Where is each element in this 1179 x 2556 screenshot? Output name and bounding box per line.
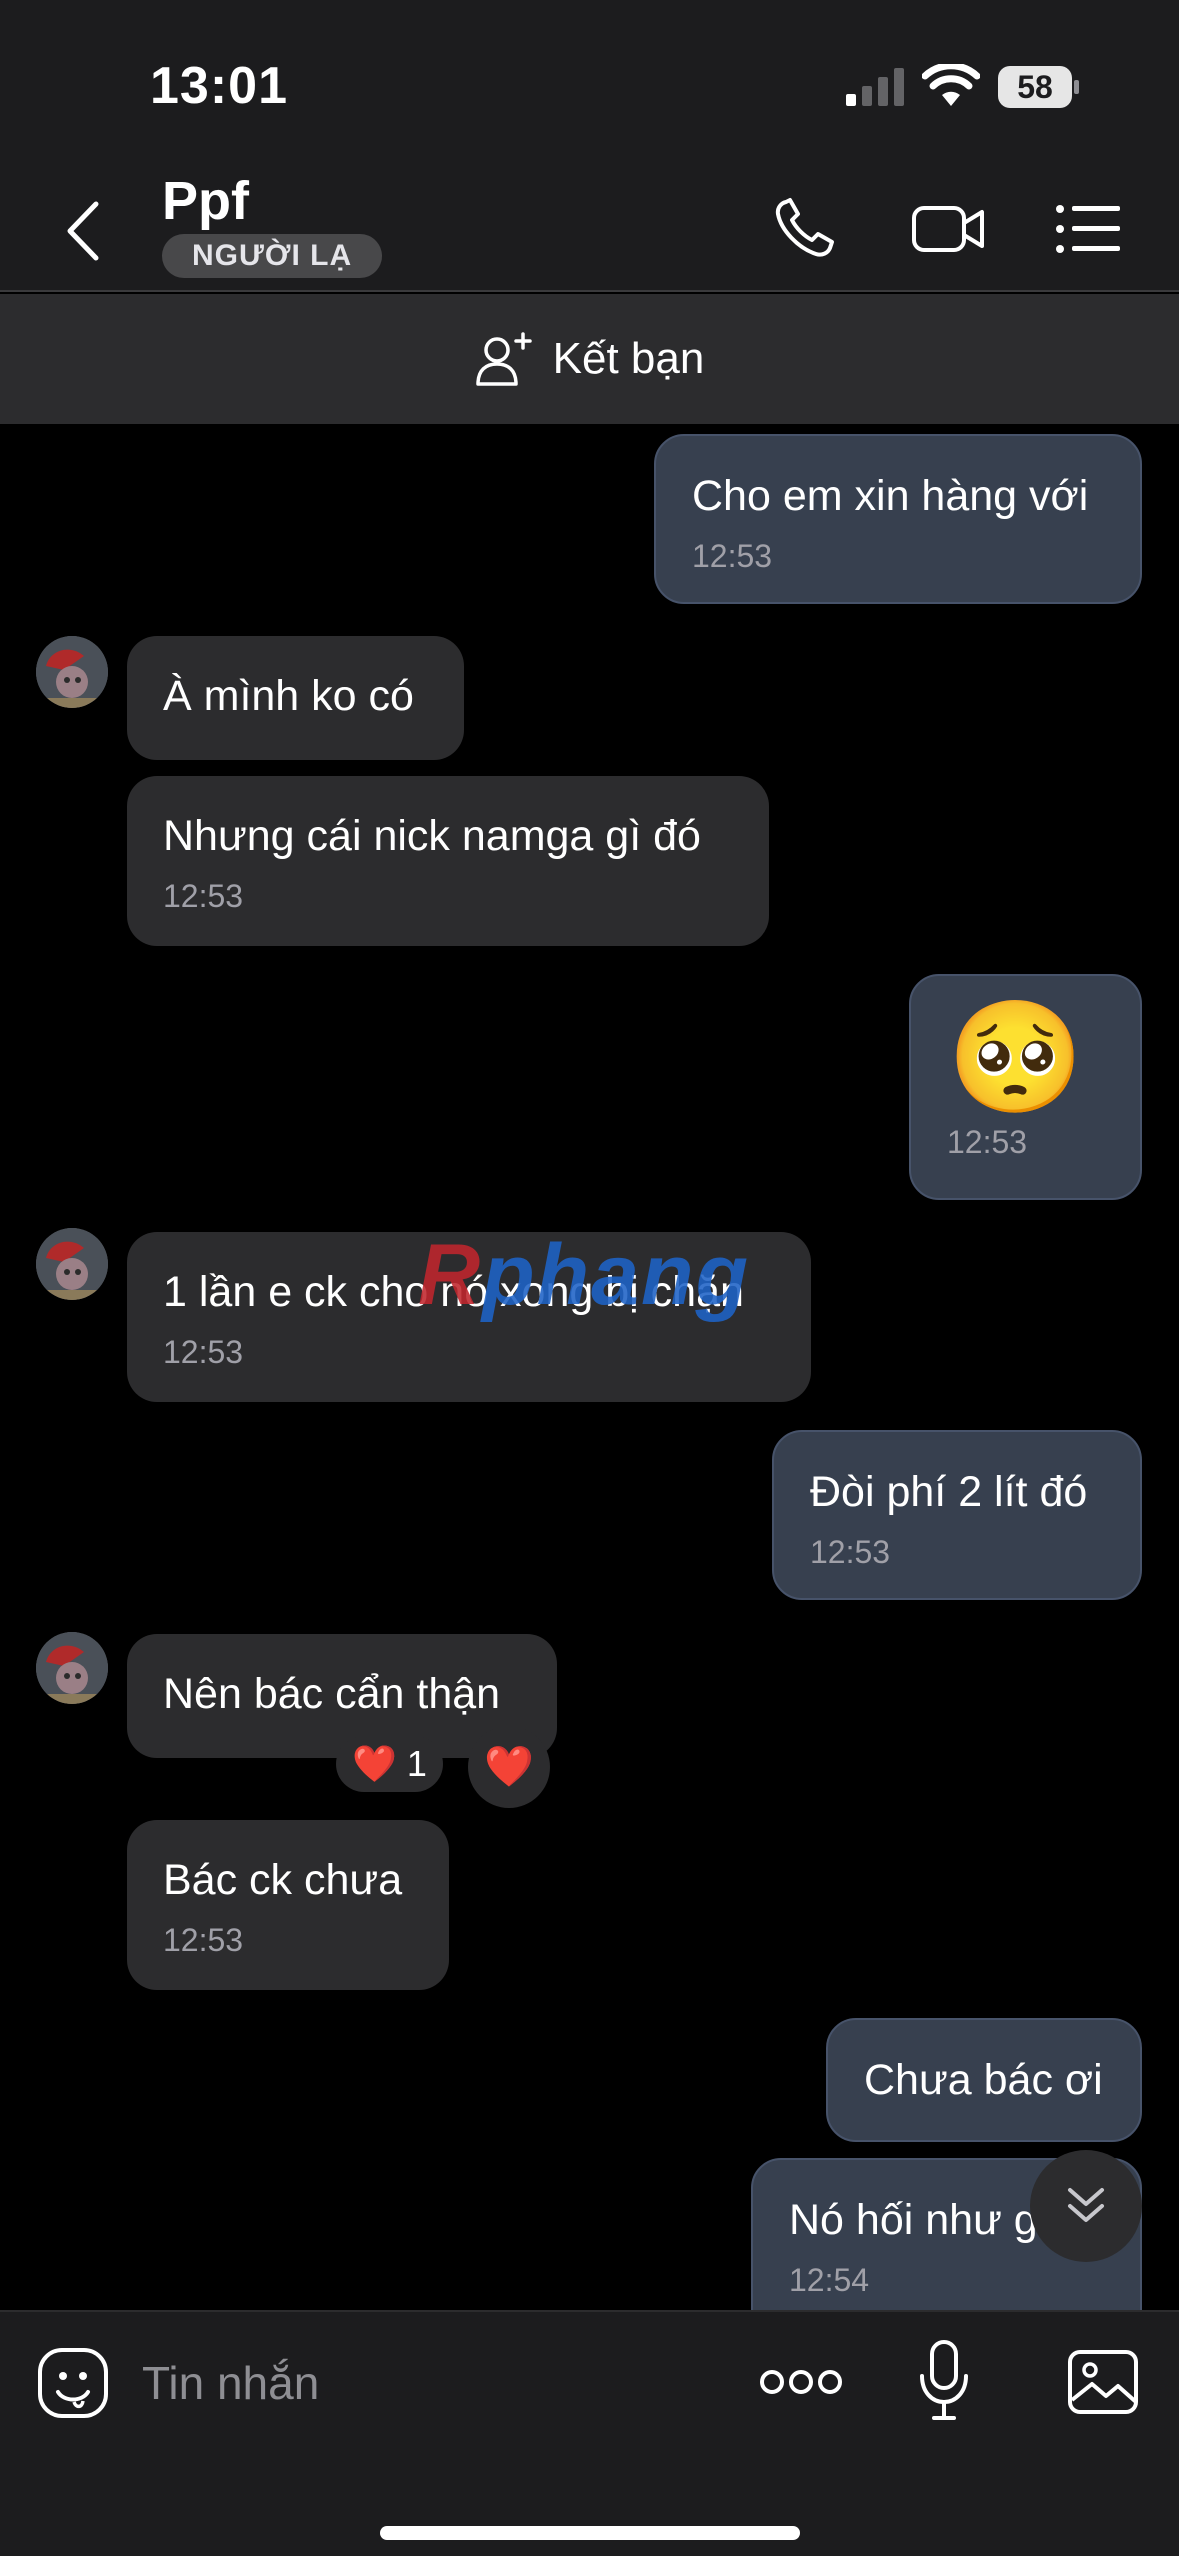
contact-avatar[interactable] xyxy=(36,636,108,708)
message-bubble[interactable]: Chưa bác ơi xyxy=(826,2018,1142,2142)
wifi-icon xyxy=(922,64,980,106)
message-time: 12:54 xyxy=(789,2262,870,2298)
phone-icon[interactable] xyxy=(772,196,848,262)
home-indicator xyxy=(380,2526,800,2540)
battery-indicator: 58 xyxy=(998,66,1080,108)
status-bar: 13:01 58 xyxy=(0,0,1179,160)
message-text: À mình ko có xyxy=(163,672,414,720)
message-emoji: 🥺 xyxy=(947,996,1084,1119)
message-bubble[interactable]: 🥺 12:53 xyxy=(909,974,1142,1200)
scroll-to-bottom-button[interactable] xyxy=(1030,2150,1142,2262)
message-text: Đòi phí 2 lít đó xyxy=(810,1468,1088,1516)
message-time: 12:53 xyxy=(163,878,244,914)
contact-name[interactable]: Ppf xyxy=(162,170,249,232)
microphone-icon[interactable] xyxy=(916,2338,972,2424)
back-icon[interactable] xyxy=(60,200,110,262)
status-time: 13:01 xyxy=(150,57,288,115)
message-text: Nhưng cái nick namga gì đó xyxy=(163,812,701,860)
stranger-badge: NGƯỜI LẠ xyxy=(162,234,383,278)
message-text: Cho em xin hàng với xyxy=(692,472,1089,520)
message-bubble[interactable]: Nhưng cái nick namga gì đó 12:53 xyxy=(127,776,769,946)
add-person-icon xyxy=(475,332,532,386)
message-time: 12:53 xyxy=(692,538,773,574)
avatar-image xyxy=(36,1632,108,1704)
contact-avatar[interactable] xyxy=(36,1228,108,1300)
message-time: 12:53 xyxy=(163,1334,244,1370)
battery-level: 58 xyxy=(1017,69,1053,105)
message-time: 12:53 xyxy=(810,1534,891,1570)
message-text: Nên bác cẩn thận xyxy=(163,1670,501,1718)
message-text: Bác ck chưa xyxy=(163,1856,403,1904)
message-bubble[interactable]: À mình ko có xyxy=(127,636,464,760)
avatar-image xyxy=(36,636,108,708)
add-friend-button[interactable]: Kết bạn xyxy=(0,294,1179,424)
reaction-summary[interactable]: ❤️ 1 xyxy=(336,1736,443,1792)
message-text: Nó hối như g xyxy=(789,2196,1038,2244)
message-list[interactable]: Cho em xin hàng với 12:53 À mình ko có N… xyxy=(0,424,1179,2310)
message-bubble[interactable]: Bác ck chưa 12:53 xyxy=(127,1820,449,1990)
heart-icon: ❤️ xyxy=(484,1745,534,1789)
message-time: 12:53 xyxy=(163,1922,244,1958)
avatar-image xyxy=(36,1228,108,1300)
menu-icon[interactable] xyxy=(1052,196,1128,262)
chat-header: Ppf NGƯỜI LẠ xyxy=(0,160,1179,292)
cellular-signal-icon xyxy=(846,68,904,106)
add-friend-label: Kết bạn xyxy=(552,334,705,383)
message-input[interactable]: Tin nhắn xyxy=(142,2356,319,2410)
sticker-icon[interactable] xyxy=(36,2346,110,2420)
contact-avatar[interactable] xyxy=(36,1632,108,1704)
message-bubble[interactable]: Đòi phí 2 lít đó 12:53 xyxy=(772,1430,1142,1600)
message-composer: Tin nhắn xyxy=(0,2310,1179,2556)
image-icon[interactable] xyxy=(1066,2348,1140,2416)
message-time: 12:53 xyxy=(947,1124,1028,1160)
more-icon[interactable] xyxy=(758,2364,844,2400)
video-call-icon[interactable] xyxy=(910,196,986,262)
message-text: Chưa bác ơi xyxy=(864,2056,1103,2104)
heart-icon: ❤️ xyxy=(352,1743,397,1784)
reaction-count: 1 xyxy=(406,1743,427,1784)
double-chevron-down-icon xyxy=(1068,2188,1104,2222)
watermark-logo: Rphang xyxy=(418,1227,751,1323)
message-bubble[interactable]: Cho em xin hàng với 12:53 xyxy=(654,434,1142,604)
react-button[interactable]: ❤️ xyxy=(468,1726,550,1808)
